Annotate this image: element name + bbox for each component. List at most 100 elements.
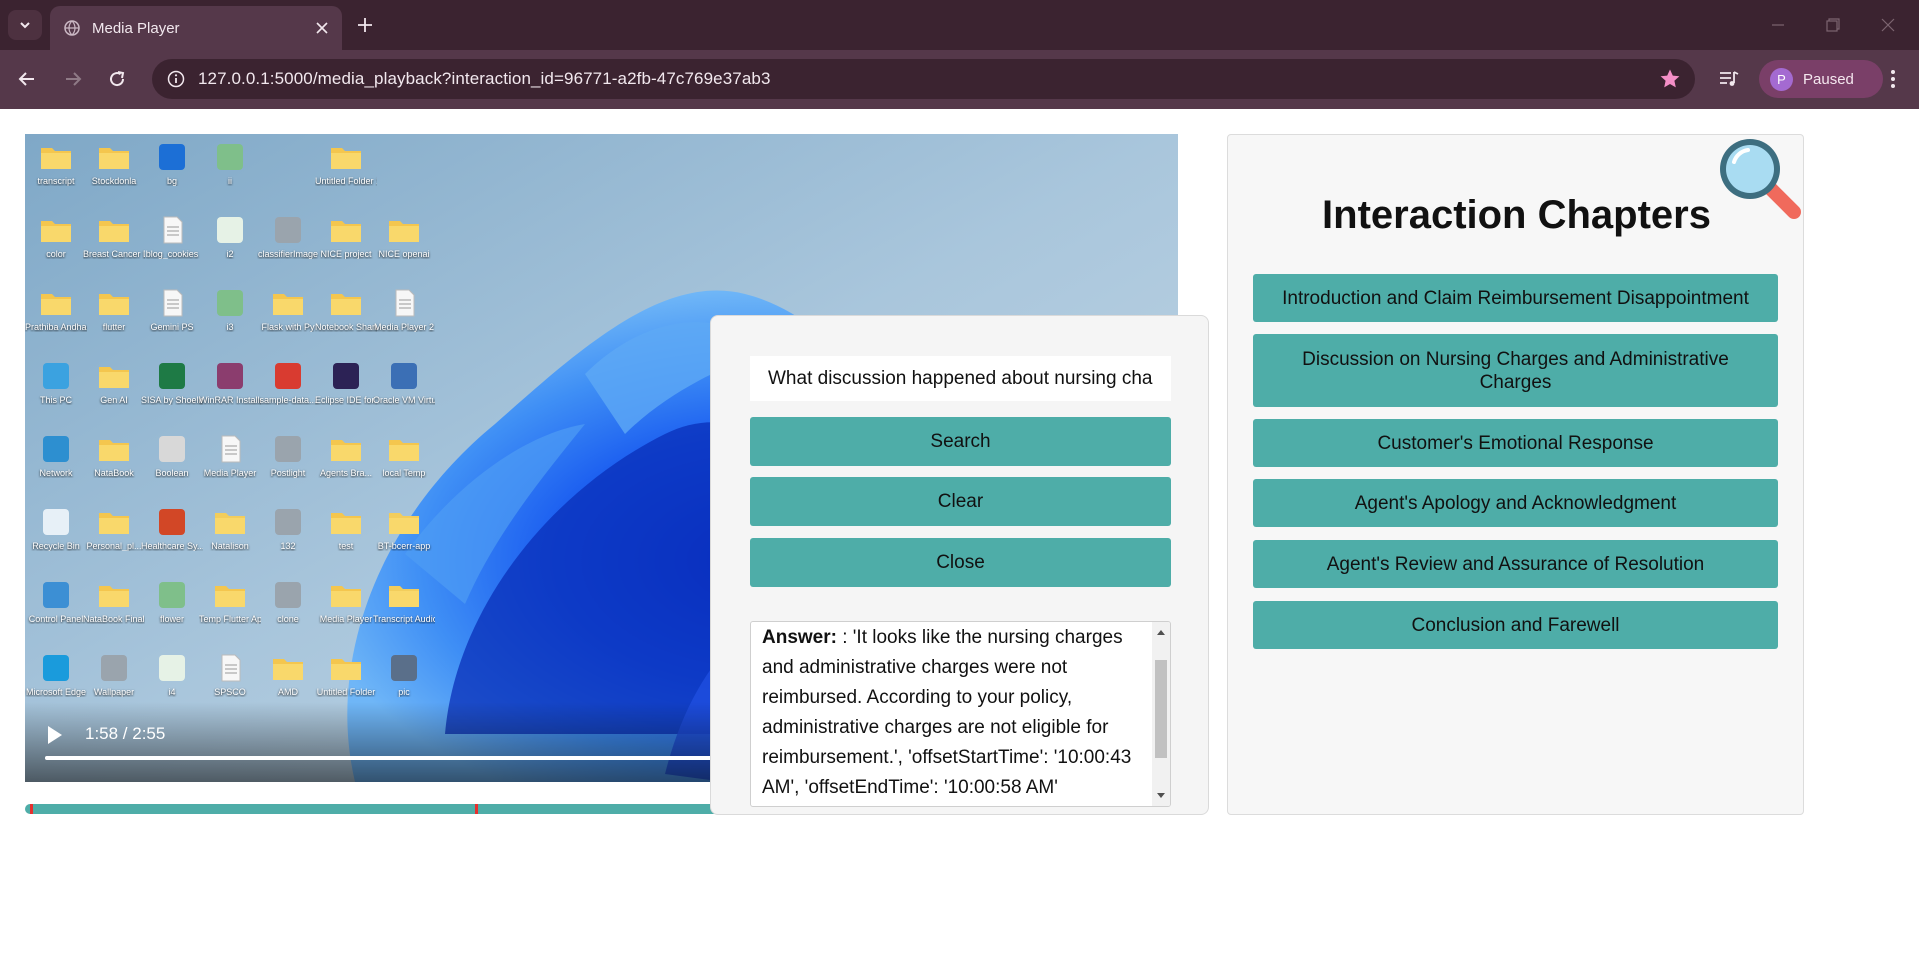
address-bar[interactable]: 127.0.0.1:5000/media_playback?interactio… (152, 59, 1695, 99)
chapter-marker[interactable] (29, 804, 33, 814)
desktop-icon-label: SISA by Shoeline Di... (141, 395, 203, 405)
time-display: 1:58 / 2:55 (85, 724, 166, 743)
chapters-title: Interaction Chapters (1322, 193, 1711, 237)
desktop-icon-label: Agents Bra... (319, 468, 373, 478)
eclipse-icon (329, 361, 363, 391)
app-icon (155, 580, 189, 610)
tab-search-button[interactable] (8, 10, 42, 40)
minimize-button[interactable] (1763, 12, 1793, 38)
desktop-icon: Personal_pl... (83, 507, 145, 573)
scroll-up-icon[interactable] (1156, 628, 1166, 636)
desktop-icon-label: This PC (39, 395, 72, 405)
monitor-icon (39, 361, 73, 391)
chapter-item[interactable]: Agent's Review and Assurance of Resoluti… (1253, 540, 1778, 588)
powerpoint-icon (155, 507, 189, 537)
close-button[interactable]: Close (750, 538, 1171, 587)
document-icon (155, 215, 189, 245)
control-panel-icon (39, 580, 73, 610)
folder-icon (387, 215, 421, 245)
back-button[interactable] (12, 64, 42, 94)
desktop-icon-label: NataBook Final Project (83, 614, 145, 624)
desktop-icon-label: test (338, 541, 354, 551)
desktop-icon-label: bg (166, 176, 177, 186)
desktop-icon-label: blog_cookies (145, 249, 199, 259)
url-text[interactable]: 127.0.0.1:5000/media_playback?interactio… (198, 69, 771, 89)
site-info-button[interactable] (156, 59, 196, 99)
arrow-right-icon (66, 72, 82, 86)
folder-icon (329, 580, 363, 610)
check-app-icon (155, 653, 189, 683)
bookmark-star-icon[interactable] (1659, 68, 1681, 90)
desktop-icon-label: Network (39, 468, 73, 478)
desktop-icon-label: sample-data... (259, 395, 317, 405)
folder-icon (97, 288, 131, 318)
desktop-icon: test (315, 507, 377, 573)
close-window-button[interactable] (1873, 12, 1903, 38)
scroll-down-icon[interactable] (1156, 792, 1166, 800)
search-button[interactable]: Search (750, 417, 1171, 466)
folder-icon (97, 580, 131, 610)
desktop-icon: Eclipse IDE for Java De... (315, 361, 377, 427)
desktop-icon: Recycle Bin (25, 507, 87, 573)
play-icon[interactable] (43, 724, 65, 746)
folder-icon (39, 288, 73, 318)
answer-box[interactable]: Answer: : 'It looks like the nursing cha… (750, 621, 1171, 807)
folder-icon (97, 142, 131, 172)
desktop-icon: blog_cookies (141, 215, 203, 281)
minimize-icon (1772, 24, 1784, 26)
archive-icon (213, 361, 247, 391)
desktop-icons: transcript Stockdonla bg ii Untitled Folder … (25, 142, 443, 742)
folder-icon (329, 142, 363, 172)
desktop-icon-label: NICE openai (378, 249, 430, 259)
desktop-icon: Network (25, 434, 87, 500)
desktop-icon-label: Recycle Bin (32, 541, 80, 551)
search-input[interactable] (750, 356, 1171, 401)
desktop-icon: Flask with Py (257, 288, 319, 354)
document-icon (213, 434, 247, 464)
desktop-icon: clone (257, 580, 319, 646)
chapter-item[interactable]: Conclusion and Farewell (1253, 601, 1778, 649)
browser-menu-button[interactable] (1878, 64, 1908, 94)
desktop-icon: Natalison (199, 507, 261, 573)
chapter-item[interactable]: Introduction and Claim Reimbursement Dis… (1253, 274, 1778, 322)
reload-button[interactable] (102, 64, 132, 94)
desktop-icon: flutter (83, 288, 145, 354)
zip-folder-icon (213, 507, 247, 537)
media-control-button[interactable] (1714, 64, 1744, 94)
desktop-icon: Temp Flutter App (199, 580, 261, 646)
active-tab[interactable]: Media Player (50, 6, 342, 50)
scroll-thumb[interactable] (1155, 660, 1167, 758)
app-icon (213, 142, 247, 172)
desktop-icon-label: 132 (280, 541, 296, 551)
forward-button[interactable] (58, 64, 88, 94)
chapter-marker[interactable] (474, 804, 478, 814)
answer-label: Answer: (762, 627, 837, 648)
tab-close-button[interactable] (312, 18, 332, 38)
folder-icon (97, 361, 131, 391)
new-tab-button[interactable] (352, 12, 378, 38)
desktop-icon: color (25, 215, 87, 281)
answer-scrollbar[interactable] (1152, 622, 1170, 806)
restore-button[interactable] (1818, 12, 1848, 38)
desktop-icon-label: i2 (226, 249, 234, 259)
clear-button[interactable]: Clear (750, 477, 1171, 526)
folder-icon (271, 653, 305, 683)
folder-icon (97, 507, 131, 537)
desktop-icon-label: clone (277, 614, 299, 624)
kebab-menu-icon (1891, 70, 1895, 88)
zip-folder-icon (387, 580, 421, 610)
desktop-icon: Transcript Audio (373, 580, 435, 646)
tab-title: Media Player (92, 19, 180, 37)
folder-icon (39, 215, 73, 245)
chapter-item[interactable]: Agent's Apology and Acknowledgment (1253, 479, 1778, 527)
profile-button[interactable]: P Paused (1759, 60, 1883, 98)
desktop-icon-label: Eclipse IDE for Java De... (315, 395, 377, 405)
arrow-left-icon (18, 72, 34, 86)
avatar: P (1770, 67, 1793, 91)
desktop-icon: i3 (199, 288, 261, 354)
desktop-icon: sample-data... (257, 361, 319, 427)
desktop-icon-label: Wallpaper (93, 687, 135, 697)
chapter-item[interactable]: Customer's Emotional Response (1253, 419, 1778, 467)
chapter-item[interactable]: Discussion on Nursing Charges and Admini… (1253, 334, 1778, 407)
restore-icon (1826, 18, 1840, 32)
